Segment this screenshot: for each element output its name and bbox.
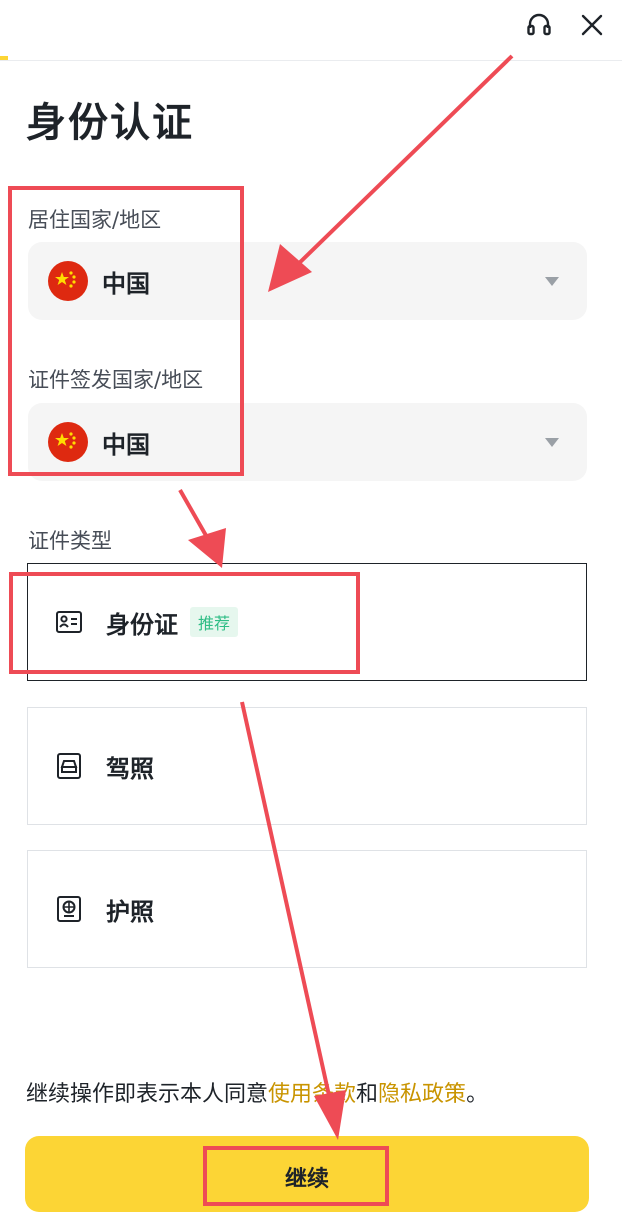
- doc-option-label: 身份证: [106, 610, 178, 639]
- doc-option-id-card[interactable]: 身份证 推荐: [27, 563, 587, 681]
- top-bar: [0, 0, 622, 61]
- doc-option-label: 驾照: [106, 754, 154, 783]
- issuing-label: 证件签发国家/地区: [28, 368, 204, 392]
- privacy-policy-link[interactable]: 隐私政策: [378, 1082, 466, 1107]
- drivers-license-icon: [54, 751, 84, 781]
- terms-suffix: 。: [466, 1082, 489, 1107]
- china-flag-icon: [48, 422, 88, 462]
- page-title: 身份认证: [26, 100, 194, 146]
- issuing-value: 中国: [102, 430, 150, 459]
- terms-prefix: 继续操作即表示本人同意: [26, 1082, 269, 1107]
- chevron-down-icon: [545, 438, 559, 447]
- doc-option-passport[interactable]: 护照: [27, 850, 587, 968]
- doc-option-label: 护照: [106, 897, 154, 926]
- doc-type-label: 证件类型: [28, 529, 112, 553]
- headset-icon[interactable]: [524, 10, 554, 40]
- progress-indicator: [0, 56, 8, 60]
- close-icon[interactable]: [577, 10, 607, 40]
- residence-label: 居住国家/地区: [28, 208, 162, 232]
- id-card-icon: [54, 607, 84, 637]
- residence-country-select[interactable]: 中国: [28, 242, 587, 320]
- arrow-line-1: [288, 54, 514, 274]
- passport-icon: [54, 894, 84, 924]
- continue-button[interactable]: 继续: [25, 1136, 589, 1212]
- residence-value: 中国: [102, 269, 150, 298]
- recommended-badge: 推荐: [190, 607, 239, 637]
- chevron-down-icon: [545, 277, 559, 286]
- arrow-head-2: [188, 528, 226, 568]
- terms-conjunction: 和: [356, 1082, 379, 1107]
- continue-button-label: 继续: [284, 1167, 329, 1192]
- terms-of-use-link[interactable]: 使用条款: [268, 1082, 356, 1107]
- terms-text: 继续操作即表示本人同意使用条款和隐私政策。: [26, 1076, 488, 1108]
- arrow-line-2: [178, 489, 214, 547]
- issuing-country-select[interactable]: 中国: [28, 403, 587, 481]
- doc-option-drivers-license[interactable]: 驾照: [27, 707, 587, 825]
- china-flag-icon: [48, 261, 88, 301]
